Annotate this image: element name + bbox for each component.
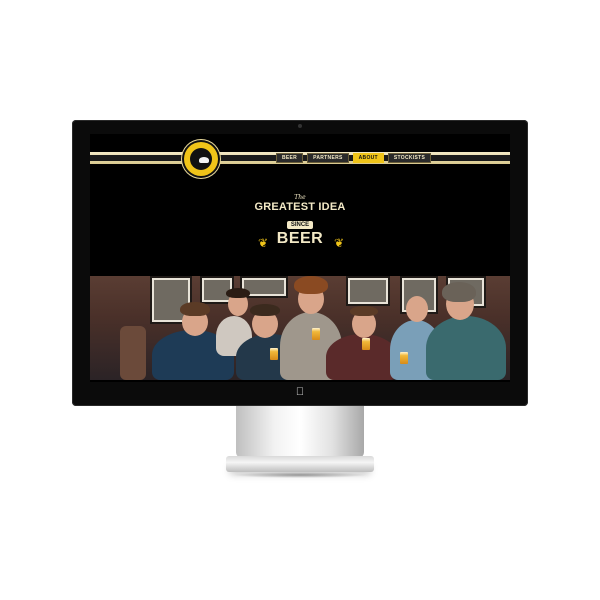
nav-item-about[interactable]: ABOUT [352, 153, 384, 163]
beer-glass [362, 338, 370, 350]
hero-line-2: SINCE [286, 221, 314, 229]
nav-item-stockists[interactable]: STOCKISTS [387, 153, 432, 163]
person-hair [294, 276, 328, 294]
person-hair [180, 302, 210, 316]
monitor: BEER PARTNERS ABOUT STOCKISTS The GREATE… [72, 120, 528, 406]
camera-icon [298, 124, 302, 128]
hero-the: The [294, 194, 306, 201]
screen: BEER PARTNERS ABOUT STOCKISTS The GREATE… [90, 134, 510, 382]
stand-shadow [232, 472, 368, 478]
wheat-icon: ❦ [258, 236, 269, 250]
coat [120, 326, 146, 380]
nav-item-partners[interactable]: PARTNERS [307, 153, 349, 163]
frame-art [350, 280, 386, 302]
monitor-stand-base [226, 456, 374, 472]
beer-glass [400, 352, 408, 364]
person-hair [350, 306, 378, 316]
person-hair [226, 288, 250, 298]
person-hair [442, 282, 476, 302]
main-nav: BEER PARTNERS ABOUT STOCKISTS [276, 152, 432, 164]
wall-frame [346, 276, 390, 306]
apple-logo-icon:  [294, 386, 306, 399]
product-mockup: BEER PARTNERS ABOUT STOCKISTS The GREATE… [0, 0, 600, 600]
beer-glass [270, 348, 278, 360]
brand-logo-inner [190, 148, 212, 170]
person-head [406, 296, 428, 322]
hero-photo [90, 276, 510, 380]
hero-line-1: GREATEST IDEA [254, 201, 346, 213]
wheat-icon: ❦ [334, 236, 345, 250]
person [426, 316, 506, 380]
frame-art [244, 280, 284, 294]
nav-item-beer[interactable]: BEER [276, 153, 304, 163]
brand-logo-glyph [199, 157, 209, 163]
monitor-stand [236, 406, 364, 458]
brand-logo-icon[interactable] [184, 142, 218, 176]
beer-glass [312, 328, 320, 340]
person-hair [250, 304, 280, 316]
